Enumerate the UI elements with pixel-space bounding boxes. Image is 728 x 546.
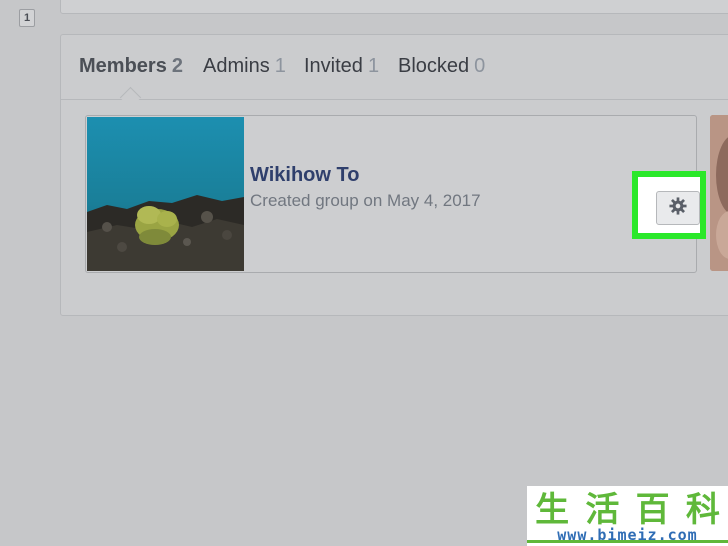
next-member-card[interactable] <box>710 115 728 271</box>
tab-label: Admins <box>203 55 270 77</box>
tab-label: Members <box>79 55 167 77</box>
watermark-logo: 生 活 百 科 www.bimeiz.com <box>527 486 728 546</box>
tab-bar: Members 2 Admins 1 Invited 1 Blocked 0 <box>61 35 728 100</box>
watermark-char: 百 <box>635 489 670 530</box>
tab-count: 1 <box>274 55 286 77</box>
top-panel <box>60 0 728 14</box>
member-created-date: Created group on May 4, 2017 <box>250 191 481 210</box>
tab-label: Blocked <box>398 55 470 77</box>
tab-invited[interactable]: Invited 1 <box>304 55 379 78</box>
tab-count: 1 <box>367 55 380 77</box>
tab-members[interactable]: Members 2 <box>79 55 183 78</box>
watermark-char: 活 <box>585 489 620 530</box>
members-panel: Members 2 Admins 1 Invited 1 Blocked 0 W… <box>60 34 728 316</box>
tab-admins[interactable]: Admins 1 <box>203 55 286 78</box>
watermark-chars: 生 活 百 科 <box>527 486 728 530</box>
watermark-char: 生 <box>535 489 570 530</box>
member-name-link[interactable]: Wikihow To <box>250 164 359 187</box>
member-cover-photo[interactable] <box>87 117 244 271</box>
tab-count: 2 <box>171 55 183 77</box>
member-card: Wikihow To Created group on May 4, 2017 <box>85 115 706 273</box>
member-settings-button[interactable] <box>656 191 700 225</box>
watermark-char: 科 <box>685 489 720 530</box>
watermark-underline <box>527 540 728 543</box>
page-number-badge[interactable]: 1 <box>19 9 35 27</box>
gear-highlight-box <box>632 171 706 239</box>
tab-count: 0 <box>474 55 486 77</box>
gear-icon <box>669 196 687 220</box>
tab-label: Invited <box>304 55 363 77</box>
tab-blocked[interactable]: Blocked 0 <box>398 55 485 78</box>
